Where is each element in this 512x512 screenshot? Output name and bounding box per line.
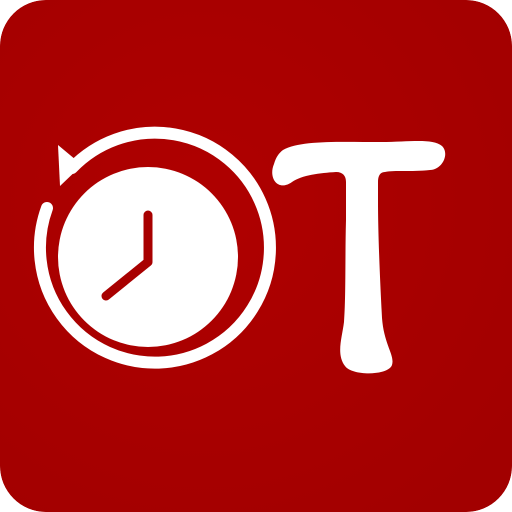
app-icon-graphic — [0, 0, 512, 512]
app-icon[interactable] — [0, 0, 512, 512]
